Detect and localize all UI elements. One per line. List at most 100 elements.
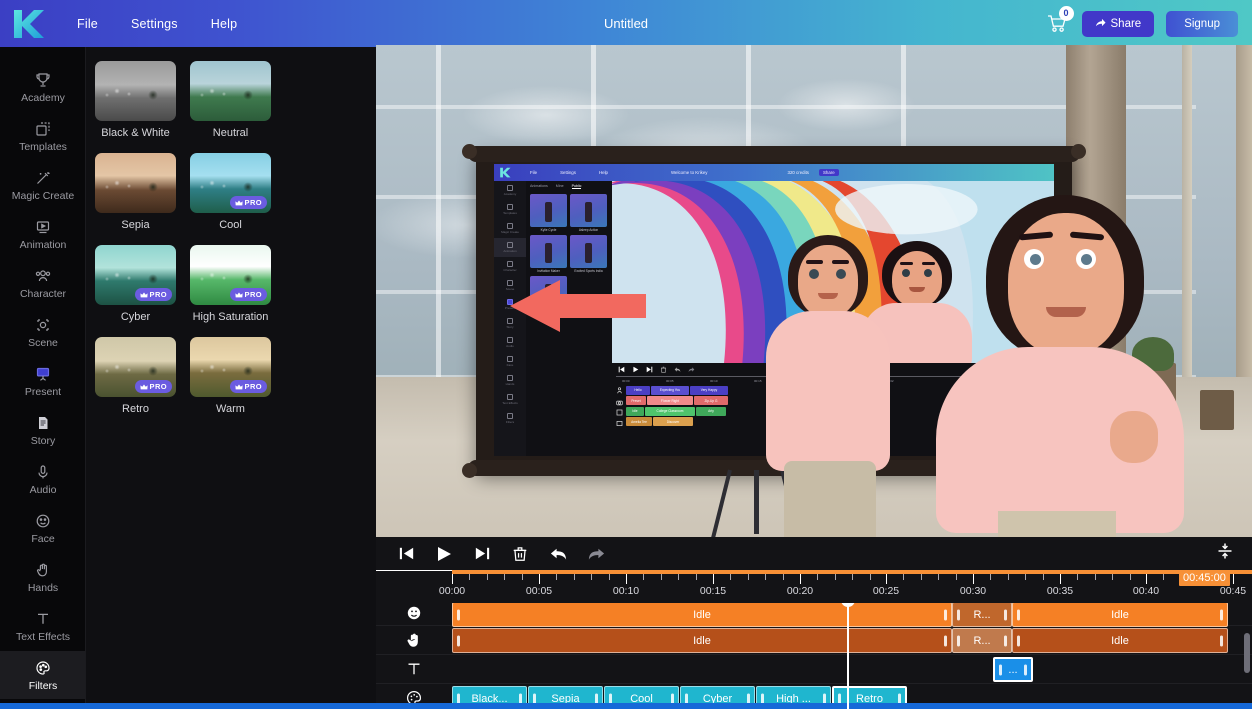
redo-button[interactable] — [583, 541, 609, 567]
delete-button[interactable] — [507, 541, 533, 567]
menu-settings[interactable]: Settings — [129, 13, 180, 35]
app-logo[interactable] — [0, 0, 56, 47]
ruler-tick-minor — [1112, 574, 1113, 580]
inner-ruler-label: 00:05 — [666, 379, 674, 383]
sidebar-item-academy[interactable]: Academy — [0, 63, 86, 111]
inner-rail-item: Academy — [494, 181, 526, 200]
filter-thumbnail[interactable]: PRO — [95, 337, 176, 397]
playhead[interactable] — [847, 603, 849, 709]
hands-track[interactable]: IdleR...Idle — [376, 626, 1252, 655]
ruler-tick-minor — [643, 574, 644, 580]
sidebar-item-magic-create[interactable]: Magic Create — [0, 161, 86, 209]
preview-canvas[interactable]: File Settings Help Welcome to Krikey 320… — [376, 45, 1252, 537]
clip-handle-right[interactable] — [1004, 609, 1007, 620]
filter-card[interactable]: PROCool — [190, 153, 285, 232]
filter-card[interactable]: PROCyber — [95, 245, 190, 324]
main-menu: File Settings Help — [75, 13, 239, 35]
clip-handle-right[interactable] — [1004, 635, 1007, 646]
sidebar-item-hands[interactable]: Hands — [0, 553, 86, 601]
sidebar-item-templates[interactable]: Templates — [0, 112, 86, 160]
skip-to-end-button[interactable] — [469, 541, 495, 567]
sidebar-label: Academy — [21, 93, 65, 104]
timeline-scrollbar[interactable] — [1244, 633, 1250, 673]
filter-thumbnail[interactable]: PRO — [190, 245, 271, 305]
inner-rail-icon — [507, 204, 513, 210]
inner-rail-label: Academy — [504, 192, 517, 196]
filter-thumbnail[interactable] — [95, 61, 176, 121]
sidebar-item-face[interactable]: Face — [0, 504, 86, 552]
skip-forward-icon — [473, 544, 492, 563]
ruler-tick-minor — [469, 574, 470, 580]
filter-card[interactable]: PROHigh Saturation — [190, 245, 285, 324]
sidebar-item-animation[interactable]: Animation — [0, 210, 86, 258]
sidebar-item-story[interactable]: Story — [0, 406, 86, 454]
timeline-clip[interactable]: Idle — [1012, 628, 1228, 653]
sidebar-item-audio[interactable]: Audio — [0, 455, 86, 503]
clip-handle-left[interactable] — [1017, 609, 1020, 620]
end-time-value: 00:45:00 — [1183, 572, 1226, 584]
clip-handle-left[interactable] — [457, 609, 460, 620]
sidebar-item-text-effects[interactable]: Text Effects — [0, 602, 86, 650]
filter-card[interactable]: PRORetro — [95, 337, 190, 416]
clip-handle-left[interactable] — [457, 635, 460, 646]
sidebar-label: Story — [31, 436, 56, 447]
clip-handle-right[interactable] — [944, 635, 947, 646]
clip-handle-left[interactable] — [957, 635, 960, 646]
inner-rail-item: Templates — [494, 200, 526, 219]
face-track[interactable]: IdleR...Idle — [376, 603, 1252, 626]
inner-card-thumb — [530, 194, 567, 227]
clip-handle-right[interactable] — [1220, 609, 1223, 620]
inner-skip-back-icon — [618, 366, 625, 373]
sidebar-item-character[interactable]: Character — [0, 259, 86, 307]
skip-to-start-button[interactable] — [393, 541, 419, 567]
inner-ruler-label: 00:15 — [754, 379, 762, 383]
clip-handle-left[interactable] — [1017, 635, 1020, 646]
text-t-icon — [405, 660, 423, 678]
play-button[interactable] — [431, 541, 457, 567]
clip-handle-right[interactable] — [1024, 664, 1027, 675]
clip-handle-left[interactable] — [957, 609, 960, 620]
split-export-icon — [1215, 541, 1235, 561]
filter-thumbnail[interactable]: PRO — [190, 153, 271, 213]
timeline-clip[interactable]: ... — [993, 657, 1033, 682]
filter-card[interactable]: Sepia — [95, 153, 190, 232]
krikey-video-editor: File Settings Help Untitled 0 Share Sign… — [0, 0, 1252, 709]
clip-handle-right[interactable] — [944, 609, 947, 620]
hand-icon — [405, 631, 423, 649]
menu-help[interactable]: Help — [209, 13, 240, 35]
sidebar-item-present[interactable]: Present — [0, 357, 86, 405]
inner-rail-icon — [507, 185, 513, 191]
sidebar-item-filters[interactable]: Filters — [0, 651, 86, 699]
filter-thumbnail[interactable]: PRO — [190, 337, 271, 397]
filter-card[interactable]: Neutral — [190, 61, 285, 140]
timeline-clip[interactable]: R... — [952, 628, 1012, 653]
inner-scene-icon — [616, 409, 623, 416]
filter-card[interactable]: PROWarm — [190, 337, 285, 416]
ruler-tick-minor — [1043, 574, 1044, 580]
end-time-badge: 00:45:00 — [1179, 570, 1230, 586]
timeline-toolbar — [376, 537, 1252, 570]
split-export-button[interactable] — [1215, 541, 1237, 563]
timeline-clip[interactable]: Idle — [1012, 603, 1228, 627]
filter-card[interactable]: Black & White — [95, 61, 190, 140]
clip-handle-left[interactable] — [999, 664, 1002, 675]
timeline-ruler[interactable]: 00:0000:0500:1000:1500:2000:2500:3000:35… — [376, 570, 1252, 603]
pro-badge: PRO — [135, 380, 172, 393]
cart-button[interactable]: 0 — [1044, 11, 1070, 37]
timeline-clip[interactable]: Idle — [452, 603, 952, 627]
timeline-clip[interactable]: R... — [952, 603, 1012, 627]
timeline-clip[interactable]: Idle — [452, 628, 952, 653]
filter-thumbnail[interactable]: PRO — [95, 245, 176, 305]
share-button[interactable]: Share — [1082, 11, 1155, 37]
sidebar-item-scene[interactable]: Scene — [0, 308, 86, 356]
filter-thumbnail[interactable] — [190, 61, 271, 121]
character-front-right — [924, 195, 1192, 537]
inner-clip: Idle — [626, 407, 644, 416]
text-track[interactable]: ... — [376, 655, 1252, 684]
filter-thumbnail[interactable] — [95, 153, 176, 213]
signup-button[interactable]: Signup — [1166, 11, 1238, 37]
clip-handle-right[interactable] — [1220, 635, 1223, 646]
menu-file[interactable]: File — [75, 13, 100, 35]
palette-icon — [34, 659, 52, 677]
undo-button[interactable] — [545, 541, 571, 567]
